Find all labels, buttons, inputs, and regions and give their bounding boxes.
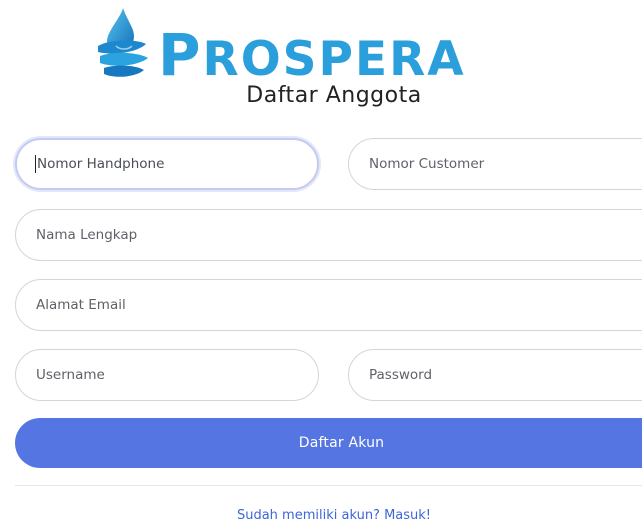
username-input[interactable] bbox=[15, 349, 319, 401]
brand-name-initial: P bbox=[158, 21, 203, 89]
full-name-input[interactable] bbox=[15, 209, 642, 261]
password-input[interactable] bbox=[348, 349, 642, 401]
brand-logo-text: PROSPERA bbox=[158, 26, 466, 87]
phone-number-input[interactable] bbox=[15, 138, 319, 190]
page-title: Daftar Anggota bbox=[246, 83, 422, 108]
brand-name-rest: ROSPERA bbox=[202, 32, 466, 87]
customer-number-input[interactable] bbox=[348, 138, 642, 190]
water-drop-swirl-icon bbox=[98, 8, 148, 77]
email-input[interactable] bbox=[15, 279, 642, 331]
registration-page: PROSPERA Daftar Anggota Daftar Akun Suda… bbox=[0, 0, 642, 520]
login-link[interactable]: Sudah memiliki akun? Masuk! bbox=[0, 508, 642, 520]
text-caret bbox=[35, 155, 36, 173]
divider bbox=[15, 485, 642, 486]
register-button[interactable]: Daftar Akun bbox=[15, 418, 642, 468]
